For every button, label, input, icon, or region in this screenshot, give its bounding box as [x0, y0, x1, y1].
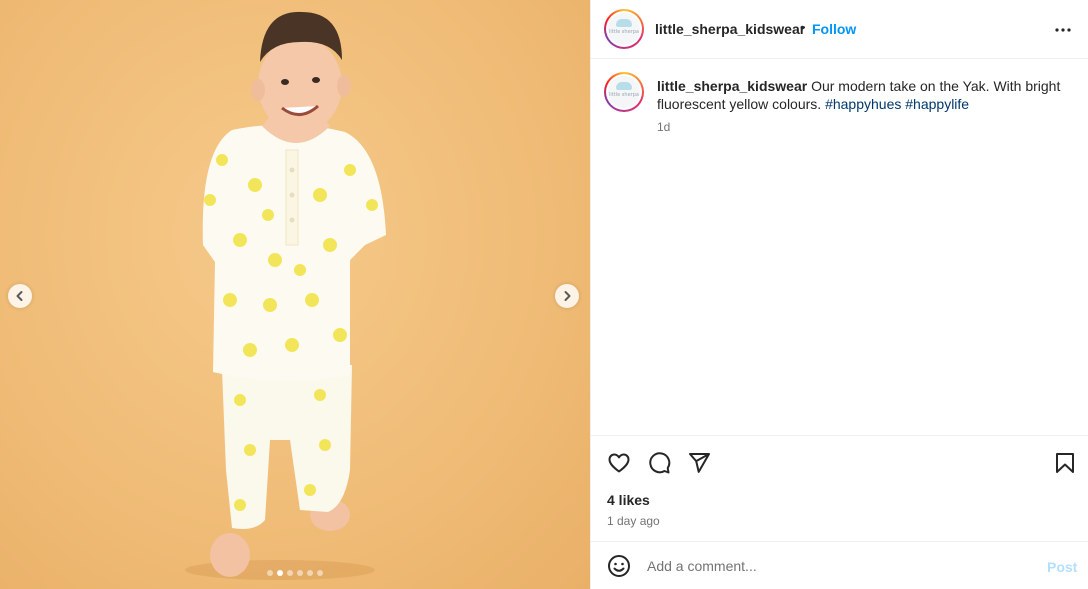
username-link[interactable]: little_sherpa_kidswear	[655, 21, 805, 37]
post-timestamp[interactable]: 1 day ago	[607, 514, 660, 528]
carousel-dot	[287, 570, 293, 576]
paper-plane-icon[interactable]	[687, 451, 711, 475]
carousel-dot	[307, 570, 313, 576]
post-header: little sherpa little_sherpa_kidswear • F…	[591, 0, 1088, 59]
carousel-dot	[297, 570, 303, 576]
post-comment-button[interactable]: Post	[1047, 559, 1077, 575]
next-slide-button[interactable]	[555, 284, 579, 308]
logo-text: little sherpa	[609, 92, 639, 98]
heart-icon[interactable]	[607, 451, 631, 475]
bookmark-icon[interactable]	[1053, 451, 1077, 475]
carousel-dot	[317, 570, 323, 576]
avatar[interactable]: little sherpa	[604, 9, 644, 49]
separator-dot: •	[800, 19, 805, 35]
comment-input[interactable]	[647, 555, 1027, 577]
post-media	[0, 0, 590, 589]
caption-text: little_sherpa_kidswear Our modern take o…	[657, 77, 1067, 113]
carousel-dot	[267, 570, 273, 576]
caption-username[interactable]: little_sherpa_kidswear	[657, 78, 807, 94]
carousel-indicator	[0, 570, 590, 576]
caption-timestamp[interactable]: 1d	[657, 120, 670, 134]
post-details-panel: little sherpa little_sherpa_kidswear • F…	[590, 0, 1088, 589]
action-bar: 4 likes 1 day ago	[591, 435, 1088, 541]
carousel-dot-active	[277, 570, 283, 576]
previous-slide-button[interactable]	[8, 284, 32, 308]
follow-button[interactable]: Follow	[812, 21, 856, 37]
chevron-left-icon	[16, 291, 23, 301]
comment-icon[interactable]	[647, 451, 671, 475]
chevron-right-icon	[564, 291, 571, 301]
emoji-icon[interactable]	[607, 554, 631, 578]
hashtag-link[interactable]: #happylife	[905, 96, 969, 112]
caption-avatar[interactable]: little sherpa	[604, 72, 644, 112]
comment-bar: Post	[591, 541, 1088, 589]
logo-text: little sherpa	[609, 29, 639, 35]
more-options-icon[interactable]	[1051, 18, 1075, 42]
hashtag-link[interactable]: #happyhues	[825, 96, 901, 112]
post-photo	[185, 11, 386, 580]
likes-count[interactable]: 4 likes	[607, 492, 650, 508]
brand-logo: little sherpa	[608, 13, 640, 45]
cloud-icon	[616, 82, 632, 90]
brand-logo: little sherpa	[608, 76, 640, 108]
cloud-icon	[616, 19, 632, 27]
